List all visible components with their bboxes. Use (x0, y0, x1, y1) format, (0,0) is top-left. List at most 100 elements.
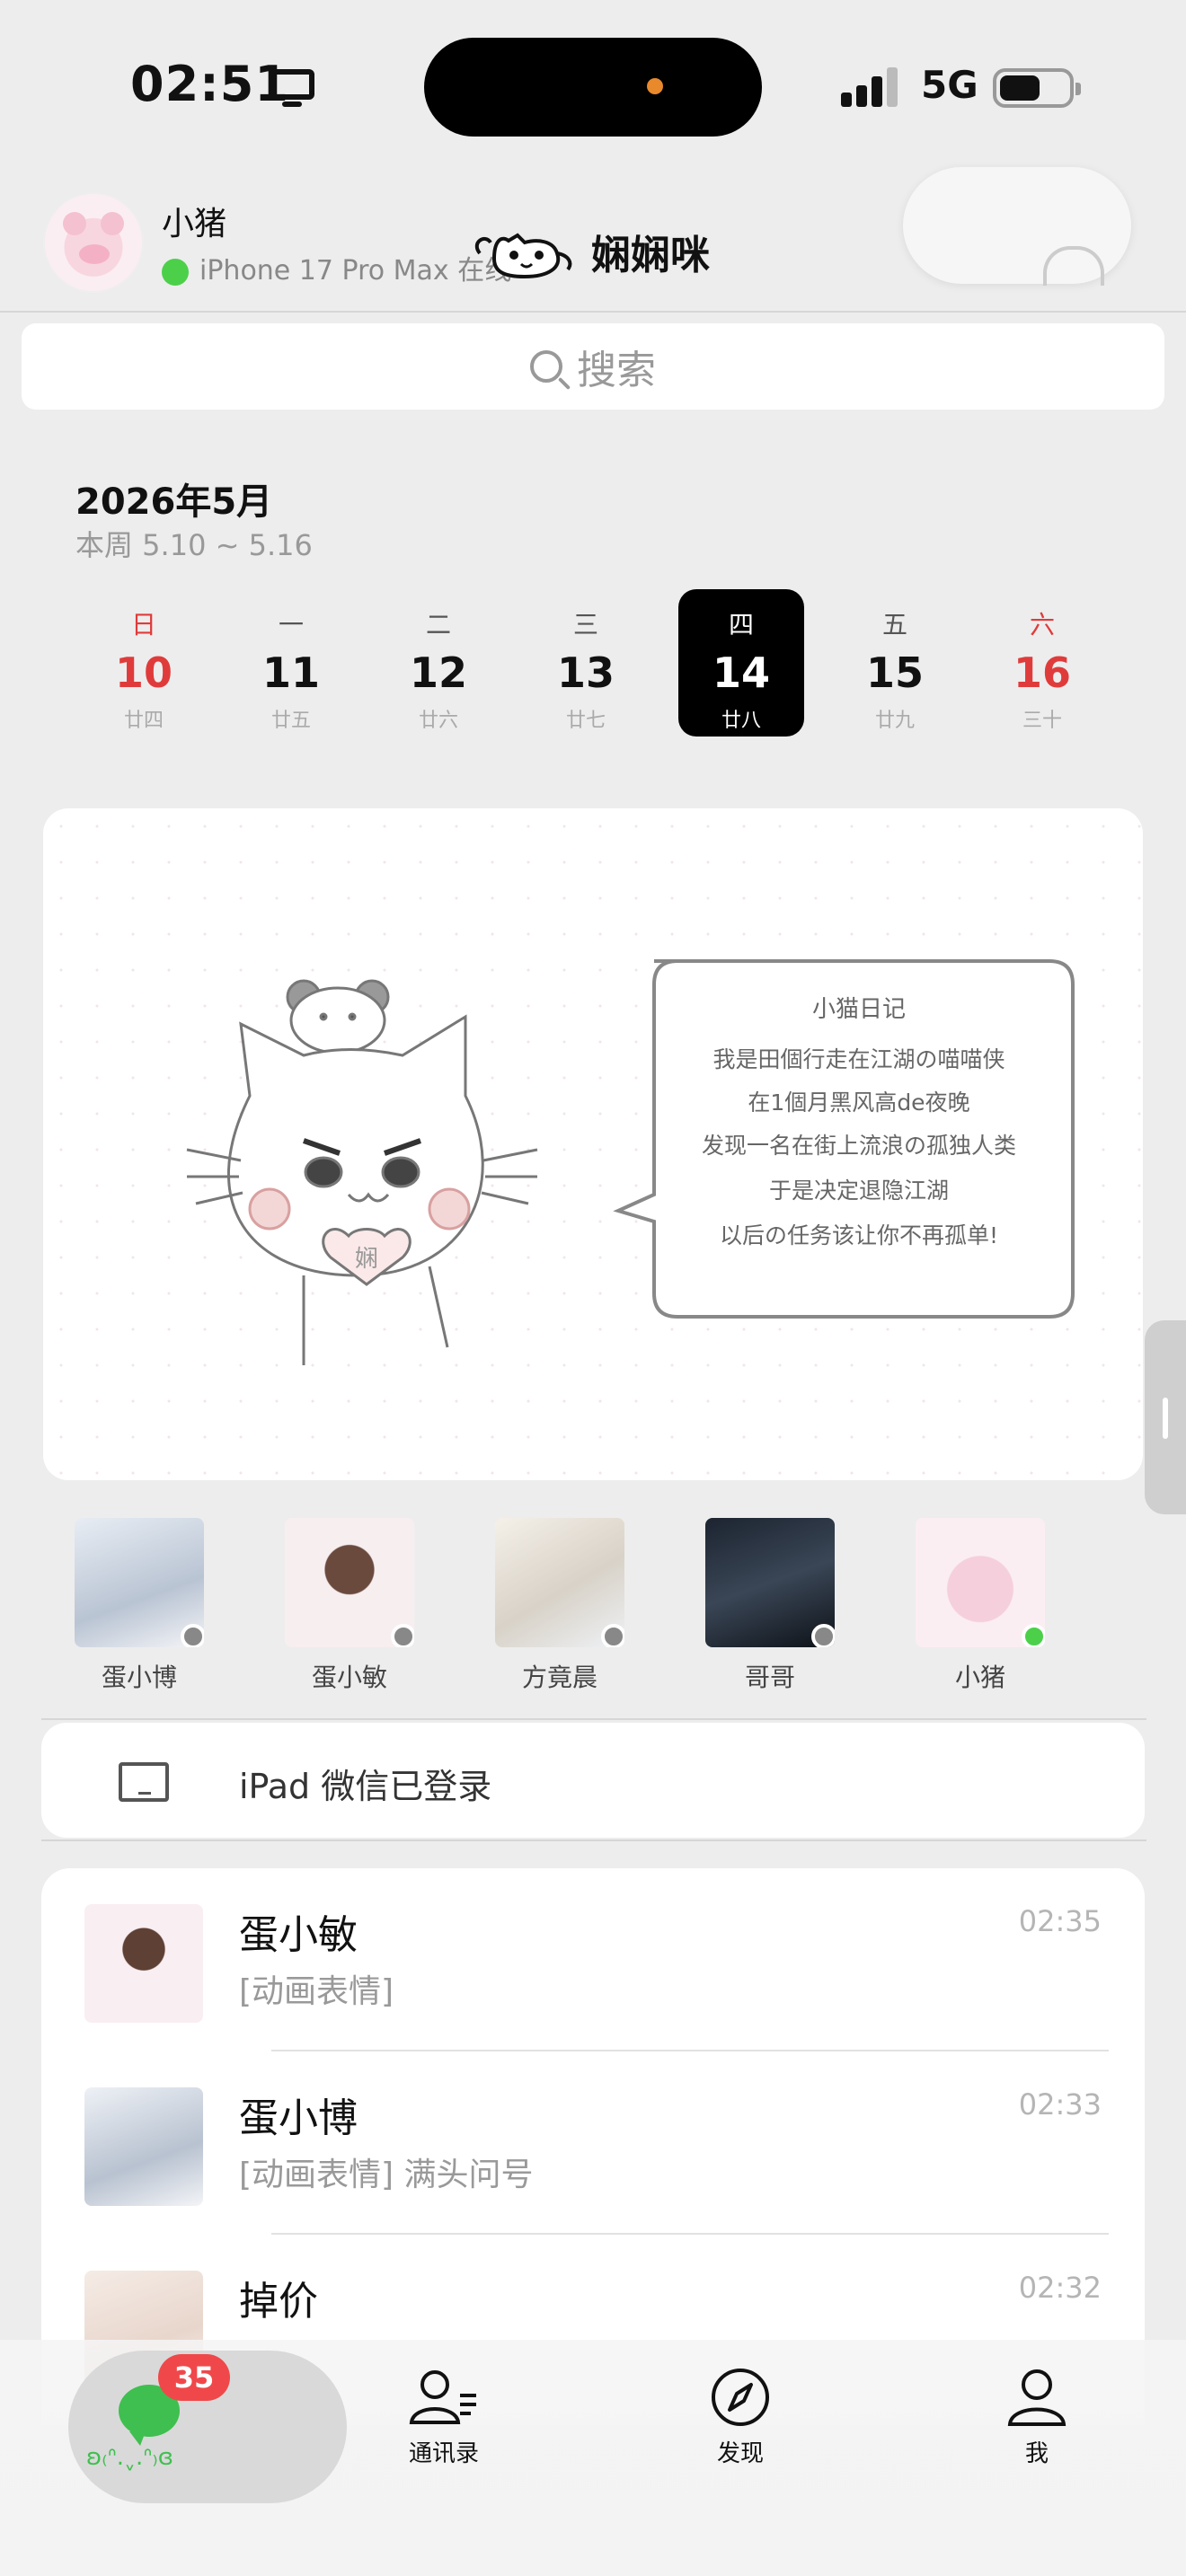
pinned-contact[interactable]: 哥哥 (694, 1518, 846, 1694)
chat-time: 02:32 (1018, 2271, 1102, 2305)
my-name: 小猪 (162, 206, 227, 243)
calendar-month: 2026年5月 (75, 481, 273, 523)
avatar (705, 1518, 835, 1647)
floating-pill[interactable] (903, 167, 1131, 286)
day-cell[interactable]: 二 12 廿六 (376, 589, 501, 737)
day-cell[interactable]: 五 15 廿九 (832, 589, 958, 737)
tab-me[interactable]: 我 (965, 2367, 1109, 2468)
diary-title: 小猫日记 (812, 996, 906, 1023)
day-cell[interactable]: 六 16 三十 (979, 589, 1105, 737)
my-avatar[interactable] (43, 192, 144, 293)
dynamic-island (424, 38, 762, 137)
day-lunar: 廿九 (874, 710, 915, 732)
day-weekday: 五 (881, 610, 907, 640)
contact-name: 蛋小博 (101, 1663, 177, 1692)
day-number: 12 (409, 648, 467, 697)
device-login-banner[interactable]: iPad 微信已登录 (41, 1723, 1145, 1838)
day-lunar: 廿六 (418, 710, 458, 732)
diary-line: 以后の任务该让你不再孤单! (720, 1222, 998, 1248)
day-lunar: 廿五 (270, 710, 311, 732)
battery-icon (993, 68, 1081, 108)
pinned-contact[interactable]: 蛋小敏 (273, 1518, 426, 1694)
online-dot-icon (162, 258, 189, 286)
chat-name: 掉价 (239, 2279, 318, 2325)
day-weekday: 日 (130, 610, 156, 640)
diary-line: 于是决定退隐江湖 (769, 1178, 949, 1204)
chat-name: 蛋小博 (239, 2095, 358, 2141)
avatar (916, 1518, 1045, 1647)
day-number: 10 (114, 648, 173, 697)
avatar (75, 1518, 204, 1647)
diary-illustration-card[interactable]: 娴 小猫日记 我是田個行走在江湖の喵喵侠 在1個月黑风高de夜晚 发现一名在街上… (43, 808, 1143, 1480)
pinned-contact[interactable]: 小猪 (904, 1518, 1057, 1694)
network-type: 5G (921, 63, 978, 107)
divider (41, 1718, 1146, 1720)
day-number: 15 (865, 648, 924, 697)
day-weekday: 一 (278, 610, 304, 640)
calendar-week-range: 本周 5.10 ~ 5.16 (75, 528, 313, 562)
status-dot-icon (811, 1624, 835, 1647)
search-bar[interactable]: 搜索 (22, 323, 1164, 410)
contacts-icon (409, 2370, 476, 2424)
day-number: 14 (712, 648, 770, 697)
status-dot-icon (181, 1624, 204, 1647)
day-lunar: 廿七 (565, 710, 606, 732)
device-login-text: iPad 微信已登录 (239, 1767, 492, 1806)
day-cell-selected[interactable]: 四 14 廿八 (678, 589, 804, 737)
day-cell[interactable]: 日 10 廿四 (81, 589, 207, 737)
status-bar: 02:51 5G (0, 0, 1186, 171)
screen-mirroring-icon (270, 69, 314, 107)
brand-name: 娴娴咪 (591, 233, 710, 278)
contact-name: 哥哥 (744, 1663, 795, 1692)
divider (41, 1839, 1146, 1841)
day-lunar: 廿八 (721, 710, 761, 732)
unread-badge: 35 (158, 2354, 230, 2401)
day-number: 13 (556, 648, 615, 697)
day-weekday: 六 (1029, 610, 1055, 640)
status-dot-icon (601, 1624, 624, 1647)
contact-name: 方竟晨 (521, 1663, 597, 1692)
chat-name: 蛋小敏 (239, 1912, 358, 1958)
pinned-contacts: 蛋小博 蛋小敏 方竟晨 哥哥 小猪 (43, 1518, 1143, 1692)
tab-discover[interactable]: 发现 (668, 2367, 812, 2468)
day-lunar: 廿四 (123, 710, 164, 732)
tab-me-label: 我 (1024, 2440, 1049, 2467)
side-drawer-handle[interactable] (1145, 1320, 1186, 1514)
tab-chats-label: ʚ₍ᐢ.ˬ.ᐢ₎ɞ (86, 2444, 174, 2471)
avatar (84, 1904, 203, 2023)
signal-icon (841, 67, 900, 107)
day-weekday: 四 (728, 610, 754, 640)
diary-line: 我是田個行走在江湖の喵喵侠 (712, 1046, 1005, 1072)
contact-name: 蛋小敏 (311, 1663, 387, 1692)
status-dot-icon (391, 1624, 414, 1647)
tab-contacts-label: 通讯录 (408, 2440, 479, 2467)
day-number: 11 (261, 648, 320, 697)
tab-discover-label: 发现 (716, 2440, 764, 2467)
pinned-contact[interactable]: 蛋小博 (63, 1518, 216, 1694)
contact-name: 小猪 (954, 1663, 1005, 1692)
search-placeholder: 搜索 (577, 348, 656, 393)
day-cell[interactable]: 三 13 廿七 (523, 589, 649, 737)
cat-diary-illustration: 娴 小猫日记 我是田個行走在江湖の喵喵侠 在1個月黑风高de夜晚 发现一名在街上… (43, 808, 1143, 1480)
pinned-contact[interactable]: 方竟晨 (483, 1518, 636, 1694)
day-weekday: 二 (425, 610, 451, 640)
tab-chats[interactable]: 35 ʚ₍ᐢ.ˬ.ᐢ₎ɞ (68, 2351, 347, 2503)
brand: 娴娴咪 (467, 223, 710, 280)
person-icon (1007, 2369, 1067, 2426)
avatar (285, 1518, 414, 1647)
heart-text: 娴 (355, 1246, 378, 1273)
tab-contacts[interactable]: 通讯录 (372, 2367, 516, 2468)
tab-bar: 35 ʚ₍ᐢ.ˬ.ᐢ₎ɞ 通讯录 发现 我 (0, 2340, 1186, 2576)
day-cell[interactable]: 一 11 廿五 (228, 589, 354, 737)
chat-row[interactable]: 蛋小博 [动画表情] 满头问号 02:33 (41, 2051, 1145, 2235)
online-status-text: iPhone 17 Pro Max 在线 (199, 255, 512, 287)
chat-row[interactable]: 蛋小敏 [动画表情] 02:35 (41, 1868, 1145, 2051)
week-strip: 日 10 廿四 一 11 廿五 二 12 廿六 三 13 廿七 四 14 廿八 五 15 廿九 六 16 三… (75, 589, 1111, 737)
diary-line: 发现一名在街上流浪の孤独人类 (702, 1133, 1016, 1159)
status-time: 02:51 (130, 56, 289, 112)
day-lunar: 三十 (1022, 710, 1062, 732)
chat-preview: [动画表情] 满头问号 (239, 2157, 534, 2193)
diary-line: 在1個月黑风高de夜晚 (748, 1090, 969, 1116)
cat-face-logo-icon (474, 233, 572, 279)
compass-icon (712, 2369, 769, 2426)
